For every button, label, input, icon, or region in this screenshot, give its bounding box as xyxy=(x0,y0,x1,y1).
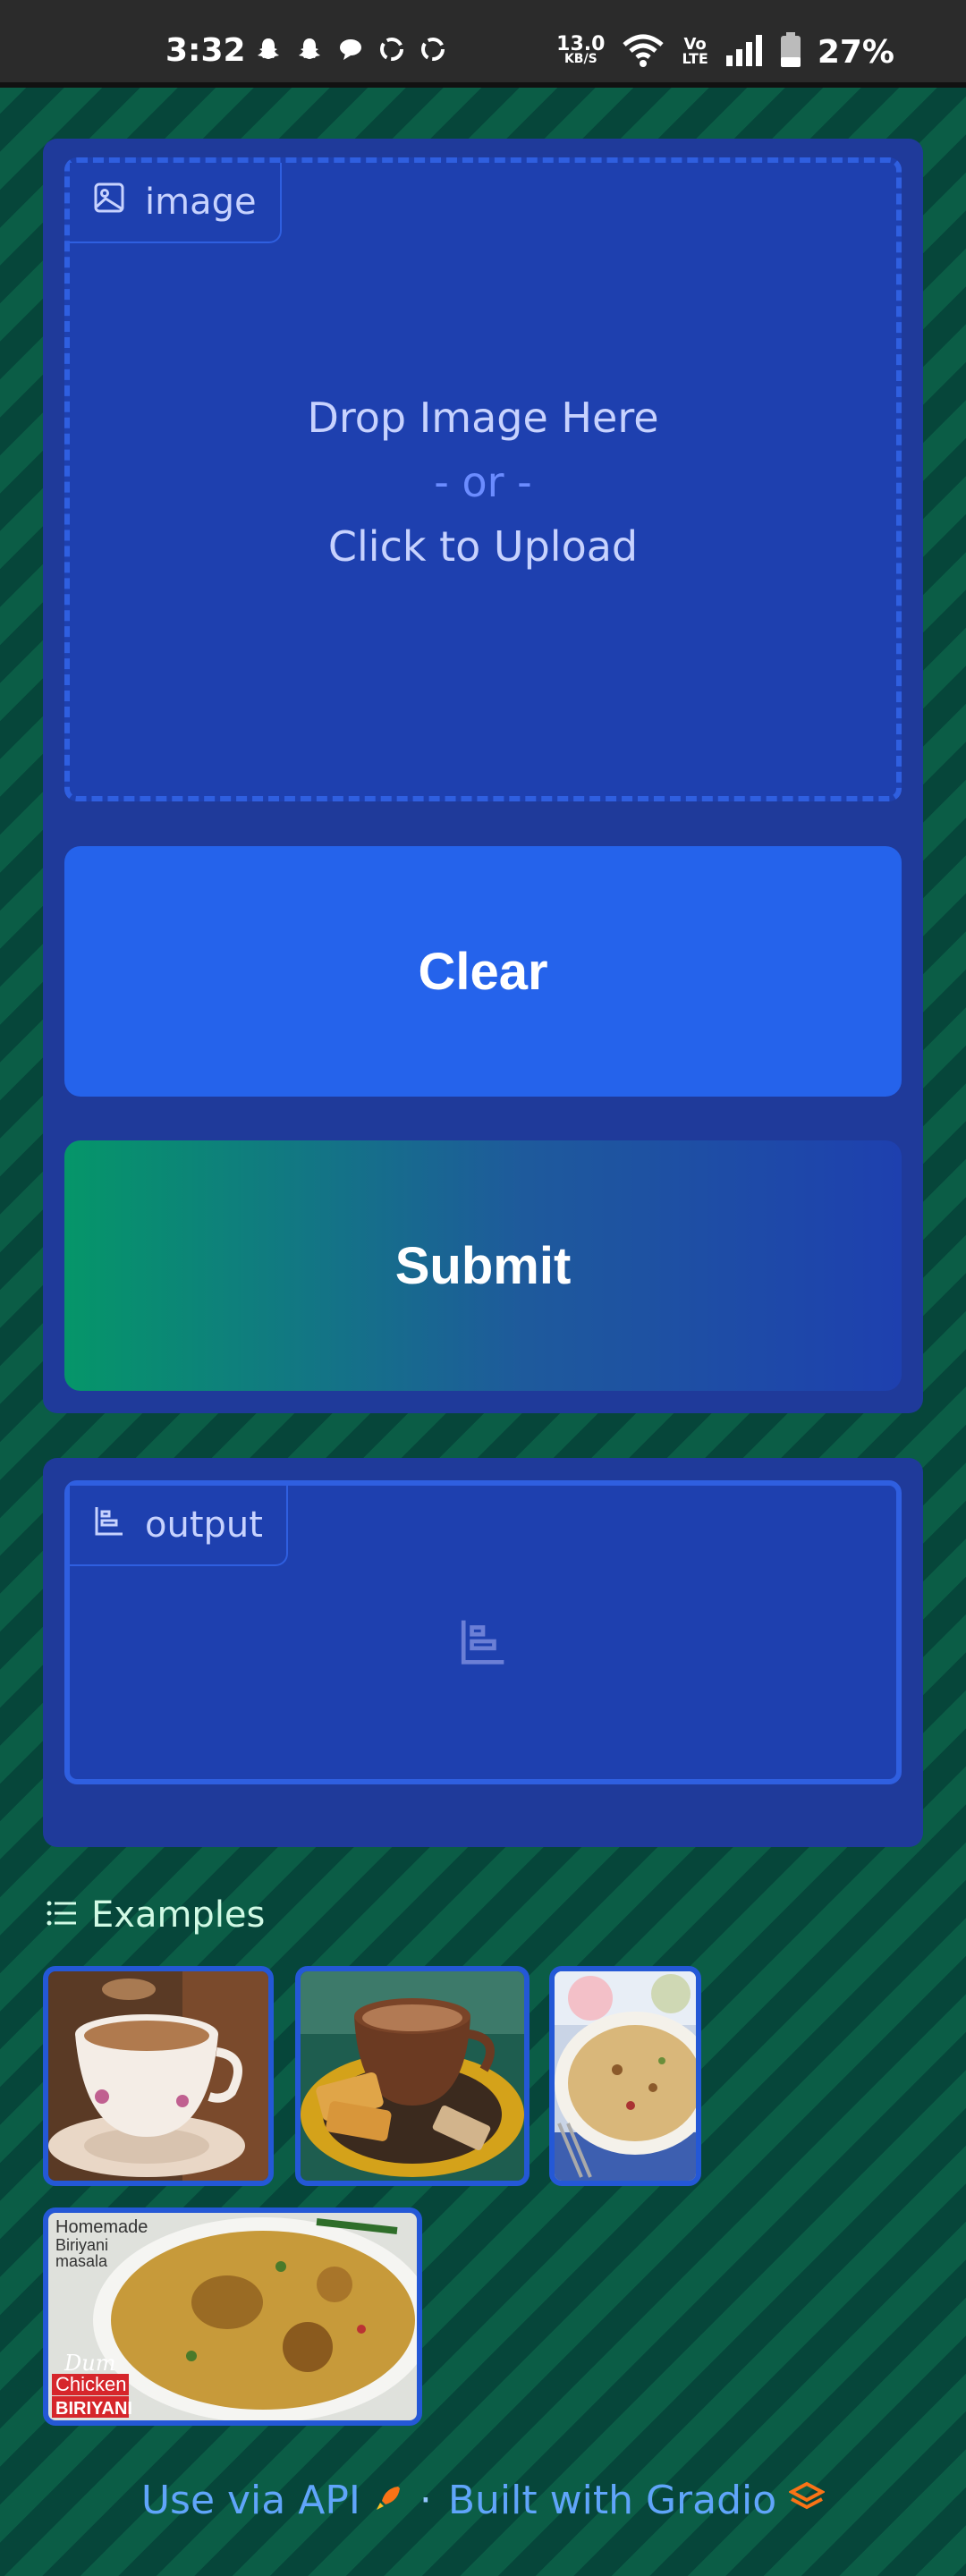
clear-button[interactable]: Clear xyxy=(64,846,902,1097)
sync-icon xyxy=(376,34,408,64)
chat-bubble-icon xyxy=(335,34,367,64)
output-label-chip: output xyxy=(70,1486,288,1566)
bar-chart-icon xyxy=(93,1504,125,1546)
submit-button[interactable]: Submit xyxy=(64,1140,902,1391)
output-label: output xyxy=(145,1504,263,1546)
use-via-api-label: Use via API xyxy=(140,2478,360,2523)
thumb4-badge1: Dum xyxy=(64,2351,115,2376)
snapchat-icon xyxy=(293,34,326,64)
image-dropzone[interactable]: image Drop Image Here - or - Click to Up… xyxy=(64,157,902,801)
wifi-icon xyxy=(621,32,665,72)
click-upload-text: Click to Upload xyxy=(327,522,639,571)
image-label-chip: image xyxy=(70,163,282,243)
signal-icon xyxy=(724,34,764,70)
drop-image-text: Drop Image Here xyxy=(307,394,659,442)
battery-percent: 27% xyxy=(817,33,894,71)
tea-cup-image xyxy=(48,1971,268,2181)
example-tea-cup-1[interactable] xyxy=(43,1966,274,2186)
use-via-api-link[interactable]: Use via API xyxy=(141,2478,403,2523)
chicken-biryani-image: Homemade Biriyani masala Dum Chicken BIR… xyxy=(48,2213,417,2420)
list-icon xyxy=(47,1894,77,1936)
snapchat-icon xyxy=(252,34,284,64)
example-tea-cup-2[interactable] xyxy=(295,1966,530,2186)
output-box: output xyxy=(64,1480,902,1784)
footer: Use via API · Built with Gradio xyxy=(0,2478,966,2523)
example-biryani-2[interactable]: Homemade Biriyani masala Dum Chicken BIR… xyxy=(43,2207,422,2426)
image-icon xyxy=(93,182,125,223)
footer-separator: · xyxy=(419,2478,432,2523)
thumb4-text2: Biriyani xyxy=(55,2236,108,2254)
sync-icon xyxy=(417,34,449,64)
biryani-plate-image xyxy=(555,1971,696,2181)
status-bar: 3:32 13.0 KB/S Vo LTE 27% xyxy=(0,0,966,88)
thumb4-badge2: Chicken xyxy=(55,2373,126,2395)
status-time: 3:32 xyxy=(165,32,246,69)
thumb4-text1: Homemade xyxy=(55,2217,148,2237)
net-speed: 13.0 KB/S xyxy=(556,33,606,67)
tea-biscuits-image xyxy=(301,1971,524,2181)
image-label: image xyxy=(145,182,257,223)
gradio-logo-icon xyxy=(787,2478,826,2523)
built-with-gradio-link[interactable]: Built with Gradio xyxy=(447,2478,826,2523)
rocket-icon xyxy=(373,2478,403,2523)
example-biryani-1[interactable] xyxy=(549,1966,701,2186)
status-right: 13.0 KB/S Vo LTE 27% xyxy=(556,32,894,72)
thumb4-text3: masala xyxy=(55,2252,108,2270)
battery-icon xyxy=(780,32,801,72)
notification-icons xyxy=(252,34,449,64)
thumb4-badge3: BIRIYANI xyxy=(55,2399,132,2419)
drop-or-text: - or - xyxy=(434,458,532,506)
built-with-gradio-label: Built with Gradio xyxy=(447,2478,777,2523)
examples-heading: Examples xyxy=(47,1894,265,1936)
bar-chart-icon xyxy=(458,1616,508,1670)
volte-indicator: Vo LTE xyxy=(682,35,708,67)
examples-label: Examples xyxy=(91,1894,266,1936)
